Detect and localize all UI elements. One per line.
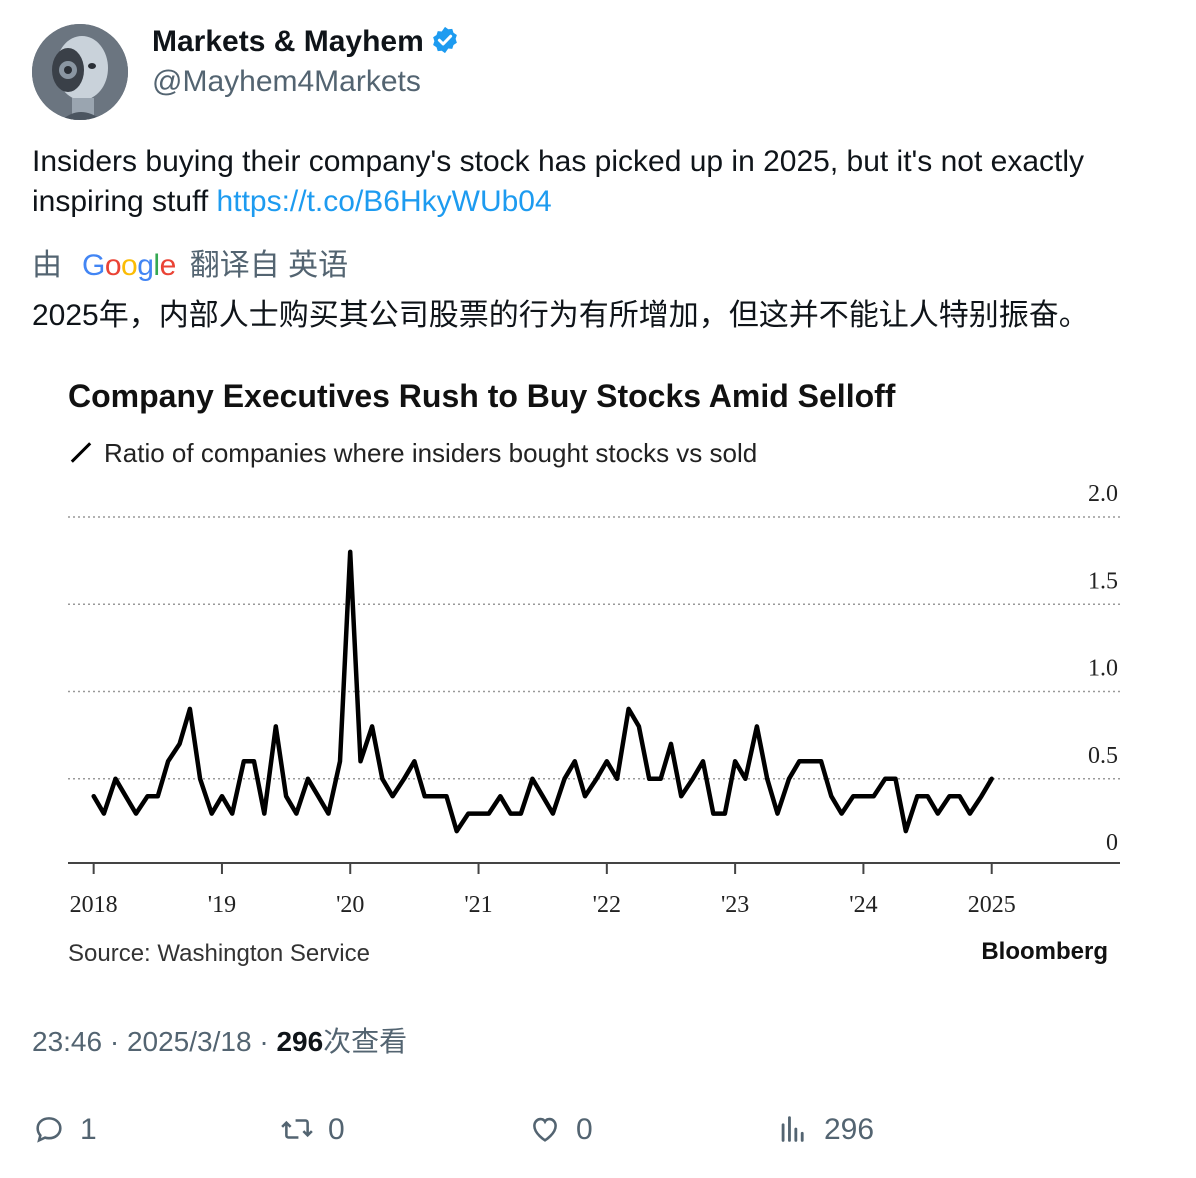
line-chart: 2.0 1.5 1.0 0.5 0 2018 '19 '20 '21 '22 '23 '24 2025 [68, 481, 1120, 918]
views-label: 次查看 [323, 1026, 408, 1057]
chart-brand: Bloomberg [981, 938, 1108, 965]
tweet-body: Insiders buying their company's stock ha… [32, 145, 1085, 218]
x-tick-label: '19 [208, 892, 236, 918]
translation-suffix: 翻译自 英语 [189, 249, 349, 282]
x-tick-label: '24 [849, 892, 877, 918]
x-tick-label: '21 [464, 892, 492, 918]
translation-prefix: 由 [32, 249, 62, 282]
meta-separator: · [251, 1026, 277, 1057]
google-letter: o [121, 249, 138, 282]
robot-avatar-icon [32, 24, 128, 120]
like-button[interactable]: 0 [528, 1110, 593, 1150]
y-tick-label: 1.5 [1088, 568, 1118, 594]
tweet-time[interactable]: 23:46 [32, 1026, 102, 1057]
chart-source: Source: Washington Service [68, 940, 370, 967]
google-letter: o [104, 249, 122, 282]
verified-badge-icon [430, 25, 460, 64]
y-tick-label: 1.0 [1088, 656, 1118, 682]
views-action-count: 296 [824, 1113, 875, 1146]
reply-count: 1 [80, 1113, 97, 1146]
repost-button[interactable]: 0 [280, 1110, 345, 1150]
x-tick-label: 2025 [968, 892, 1016, 918]
meta-separator: · [102, 1026, 127, 1057]
analytics-icon [781, 1116, 804, 1142]
translated-text: 2025年，内部人士购买其公司股票的行为有所增加，但这并不能让人特别振奋。 [32, 299, 1089, 332]
views-count: 296 [276, 1026, 324, 1057]
author-handle[interactable]: @Mayhem4Markets [152, 64, 421, 100]
x-tick-label: '20 [336, 892, 364, 918]
google-letter: e [159, 249, 177, 282]
google-letter: G [82, 249, 105, 282]
reply-icon [36, 1117, 62, 1143]
tweet-text: Insiders buying their company's stock ha… [32, 142, 1172, 222]
y-tick-label: 0.5 [1088, 743, 1118, 769]
reply-button[interactable]: 1 [32, 1110, 97, 1150]
y-tick-label: 0 [1106, 830, 1118, 856]
repost-icon [281, 1119, 313, 1139]
chart-image[interactable]: Company Executives Rush to Buy Stocks Am… [32, 352, 1164, 992]
like-count: 0 [576, 1113, 593, 1146]
views-button[interactable]: 296 [776, 1110, 874, 1150]
tweet-meta: 23:46 · 2025/3/18 · 296次查看 [32, 1024, 407, 1060]
translation-attribution[interactable]: 由 Google 翻译自 英语 [32, 246, 348, 286]
x-tick-label: 2018 [70, 892, 118, 918]
x-tick-label: '22 [593, 892, 621, 918]
avatar[interactable] [32, 24, 128, 120]
repost-count: 0 [328, 1113, 345, 1146]
author-name[interactable]: Markets & Mayhem [152, 24, 460, 64]
author-name-text: Markets & Mayhem [152, 25, 424, 58]
y-tick-label: 2.0 [1088, 481, 1118, 507]
google-letter: g [137, 249, 154, 282]
heart-icon [533, 1117, 557, 1142]
tweet-date[interactable]: 2025/3/18 [127, 1026, 252, 1057]
google-logo: Google [82, 246, 176, 286]
tweet-link[interactable]: https://t.co/B6HkyWUb04 [217, 185, 552, 218]
x-tick-label: '23 [721, 892, 749, 918]
